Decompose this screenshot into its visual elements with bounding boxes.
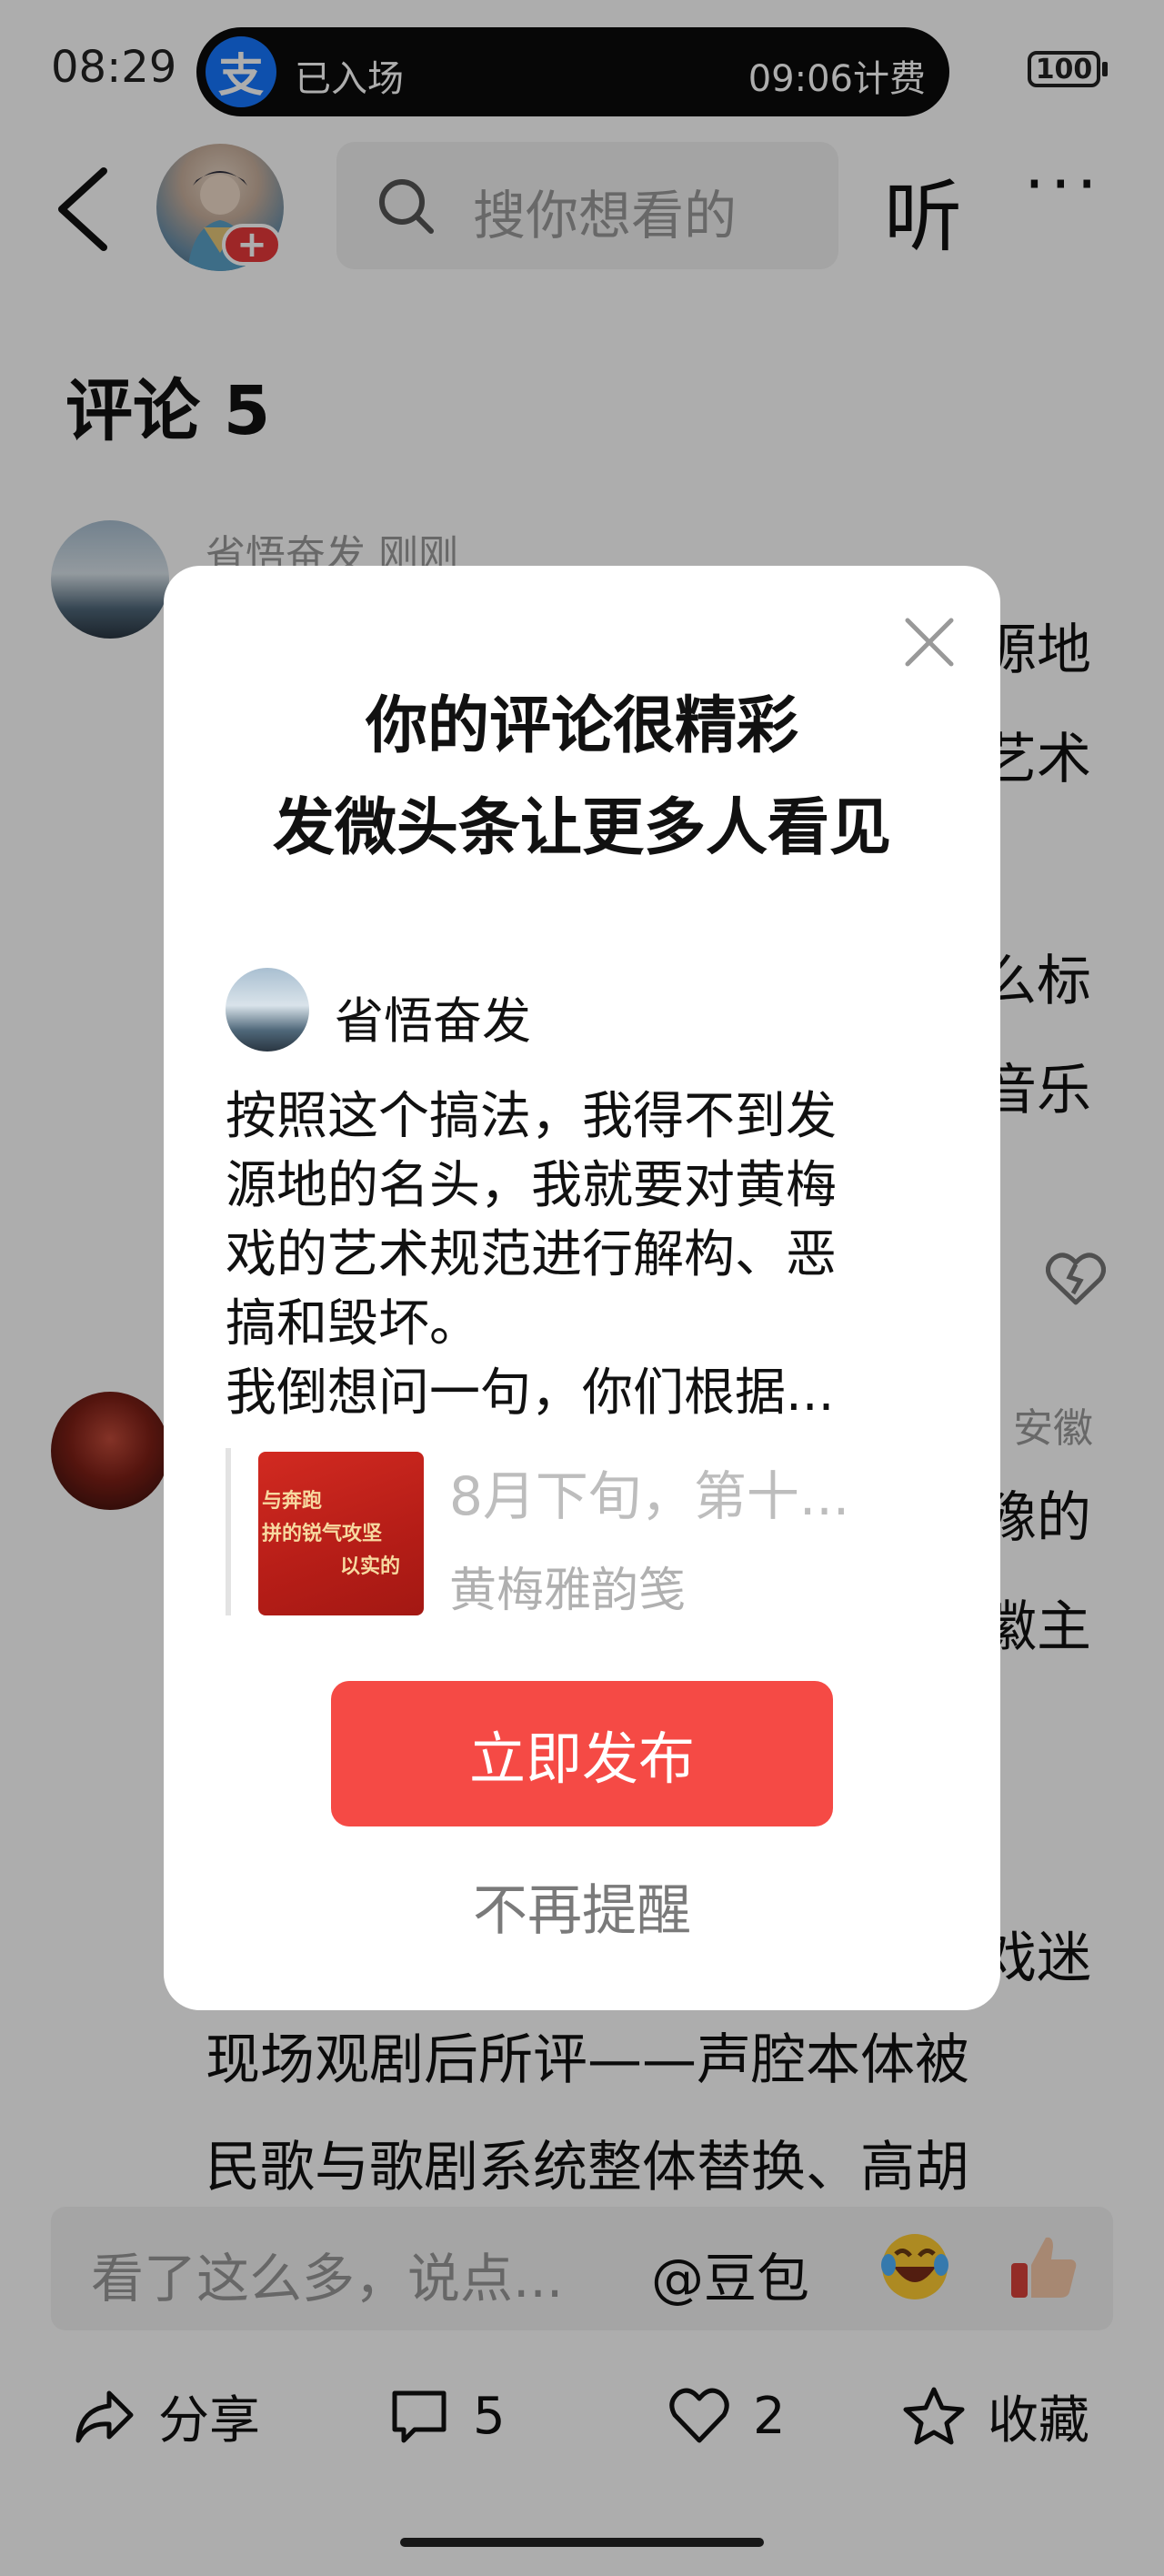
quote-author-name: 省悟奋发 bbox=[335, 992, 531, 1050]
quote-text-line: 按照这个搞法，我得不到发 bbox=[226, 1087, 837, 1146]
quote-author-avatar bbox=[226, 968, 309, 1052]
quote-text-line: 戏的艺术规范进行解构、恶 bbox=[226, 1225, 837, 1284]
thumbnail-text: 拼的锐气攻坚 bbox=[262, 1523, 383, 1545]
close-icon[interactable] bbox=[900, 613, 958, 671]
article-title: 8月下旬，第十... bbox=[449, 1465, 850, 1527]
quote-text-line: 源地的名头，我就要对黄梅 bbox=[226, 1156, 837, 1215]
article-thumbnail: 与奔跑 拼的锐气攻坚 以实的 bbox=[258, 1452, 424, 1615]
quote-text-line: 我倒想问一句，你们根据... bbox=[226, 1363, 835, 1423]
publish-button[interactable]: 立即发布 bbox=[331, 1681, 833, 1826]
article-source: 黄梅雅韵笺 bbox=[449, 1564, 687, 1618]
share-prompt-dialog: 你的评论很精彩 发微头条让更多人看见 省悟奋发 按照这个搞法，我得不到发 源地的… bbox=[164, 566, 1000, 2010]
dialog-subtitle: 发微头条让更多人看见 bbox=[272, 792, 891, 864]
quote-text-line: 搞和毁坏。 bbox=[226, 1294, 480, 1353]
dont-remind-button[interactable]: 不再提醒 bbox=[164, 1867, 1000, 1946]
dialog-title: 你的评论很精彩 bbox=[365, 690, 798, 762]
thumbnail-text: 与奔跑 bbox=[262, 1490, 323, 1513]
quote-bar bbox=[226, 1448, 231, 1615]
thumbnail-text: 以实的 bbox=[340, 1555, 401, 1578]
